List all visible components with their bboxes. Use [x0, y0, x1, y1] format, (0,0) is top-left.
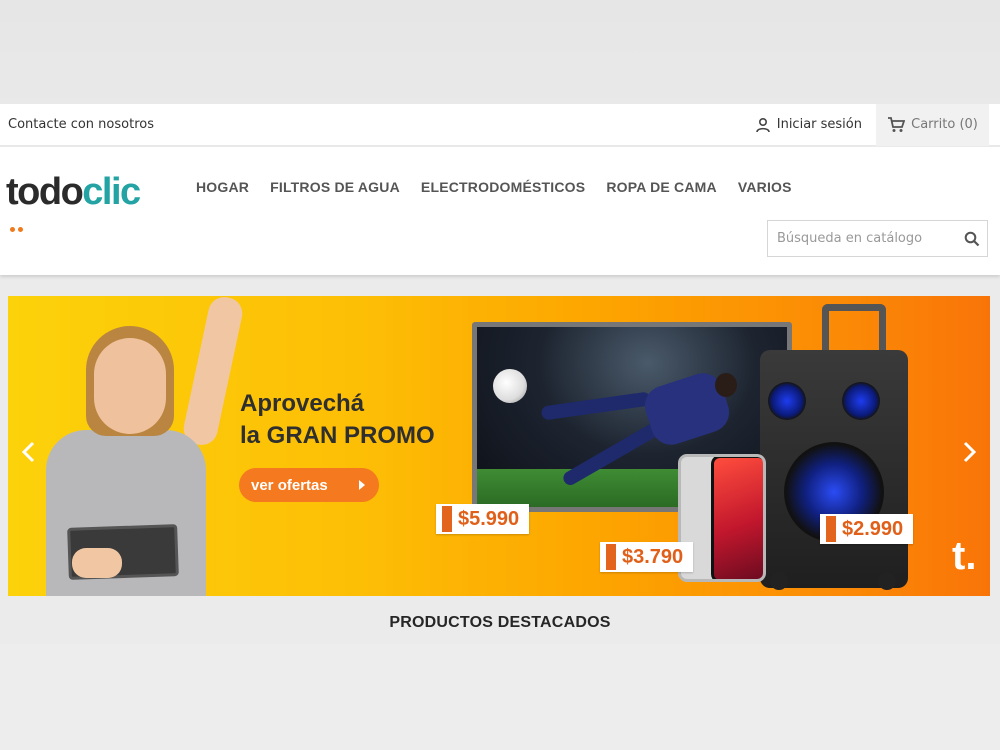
logo[interactable]: todoclic [6, 171, 156, 232]
search-box [767, 220, 988, 257]
headline-line-2: la GRAN PROMO [240, 422, 435, 449]
nav-item-electrodomesticos[interactable]: ELECTRODOMÉSTICOS [421, 179, 585, 195]
ver-ofertas-button[interactable]: ver ofertas [239, 468, 379, 502]
price-tag-speaker: $2.990 [820, 514, 914, 544]
carousel-next-arrow[interactable] [960, 441, 978, 467]
chevron-right-icon [359, 480, 365, 490]
carousel-prev-arrow[interactable] [20, 441, 38, 467]
search-icon [964, 231, 980, 246]
signin-label: Iniciar sesión [776, 117, 862, 132]
cart-label: Carrito (0) [911, 117, 978, 132]
soccer-ball-icon [493, 369, 527, 403]
logo-text-clic: clic [82, 171, 141, 213]
nav-item-filtros-de-agua[interactable]: FILTROS DE AGUA [270, 179, 400, 195]
contact-link[interactable]: Contacte con nosotros [8, 117, 154, 132]
price-tag-tv: $5.990 [436, 504, 530, 534]
promo-banner[interactable]: Aprovechá la GRAN PROMO ver ofertas $5.9… [8, 296, 990, 596]
nav-item-ropa-de-cama[interactable]: ROPA DE CAMA [606, 179, 717, 195]
chevron-right-icon [963, 441, 977, 463]
banner-headline: Aprovechá la GRAN PROMO [240, 388, 435, 452]
cta-label: ver ofertas [251, 476, 328, 494]
nav-item-hogar[interactable]: HOGAR [196, 179, 249, 195]
page: Contacte con nosotros Iniciar sesión Car… [0, 103, 1000, 644]
logo-dots [10, 217, 26, 236]
top-bar: Contacte con nosotros Iniciar sesión Car… [0, 103, 1000, 146]
search-input[interactable] [768, 221, 957, 256]
price-speaker: $2.990 [842, 517, 904, 540]
price-tag-phone: $3.790 [600, 542, 694, 572]
brand-mark: t. [952, 534, 977, 578]
cart-icon [888, 116, 906, 132]
search-button[interactable] [957, 231, 987, 247]
main-nav: HOGAR FILTROS DE AGUA ELECTRODOMÉSTICOS … [196, 179, 792, 195]
featured-products-title: PRODUCTOS DESTACADOS [389, 614, 611, 631]
chevron-left-icon [21, 441, 35, 463]
price-phone: $3.790 [622, 545, 684, 568]
price-tv: $5.990 [458, 507, 520, 530]
headline-line-1: Aprovechá [240, 390, 365, 417]
cart-button[interactable]: Carrito (0) [876, 103, 989, 146]
header: todoclic HOGAR FILTROS DE AGUA ELECTRODO… [0, 147, 1000, 275]
user-icon [755, 117, 770, 132]
woman-illustration [38, 296, 246, 596]
nav-item-varios[interactable]: VARIOS [738, 179, 792, 195]
logo-text-todo: todo [6, 171, 84, 213]
speaker-image [760, 304, 908, 594]
signin-link[interactable]: Iniciar sesión [755, 117, 862, 133]
